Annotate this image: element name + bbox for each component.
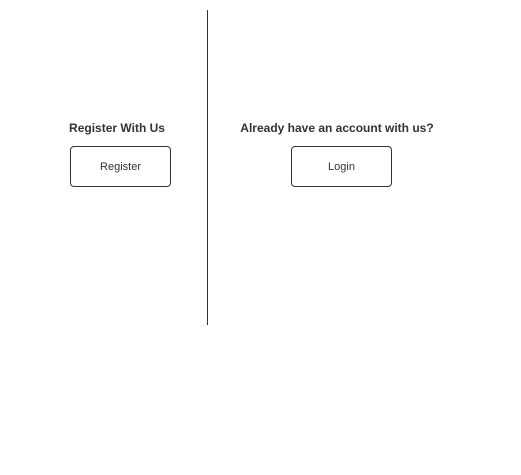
login-heading: Already have an account with us?: [240, 121, 434, 135]
login-button[interactable]: Login: [291, 146, 392, 187]
vertical-divider: [207, 10, 208, 325]
register-button[interactable]: Register: [70, 146, 171, 187]
register-heading: Register With Us: [69, 121, 165, 135]
